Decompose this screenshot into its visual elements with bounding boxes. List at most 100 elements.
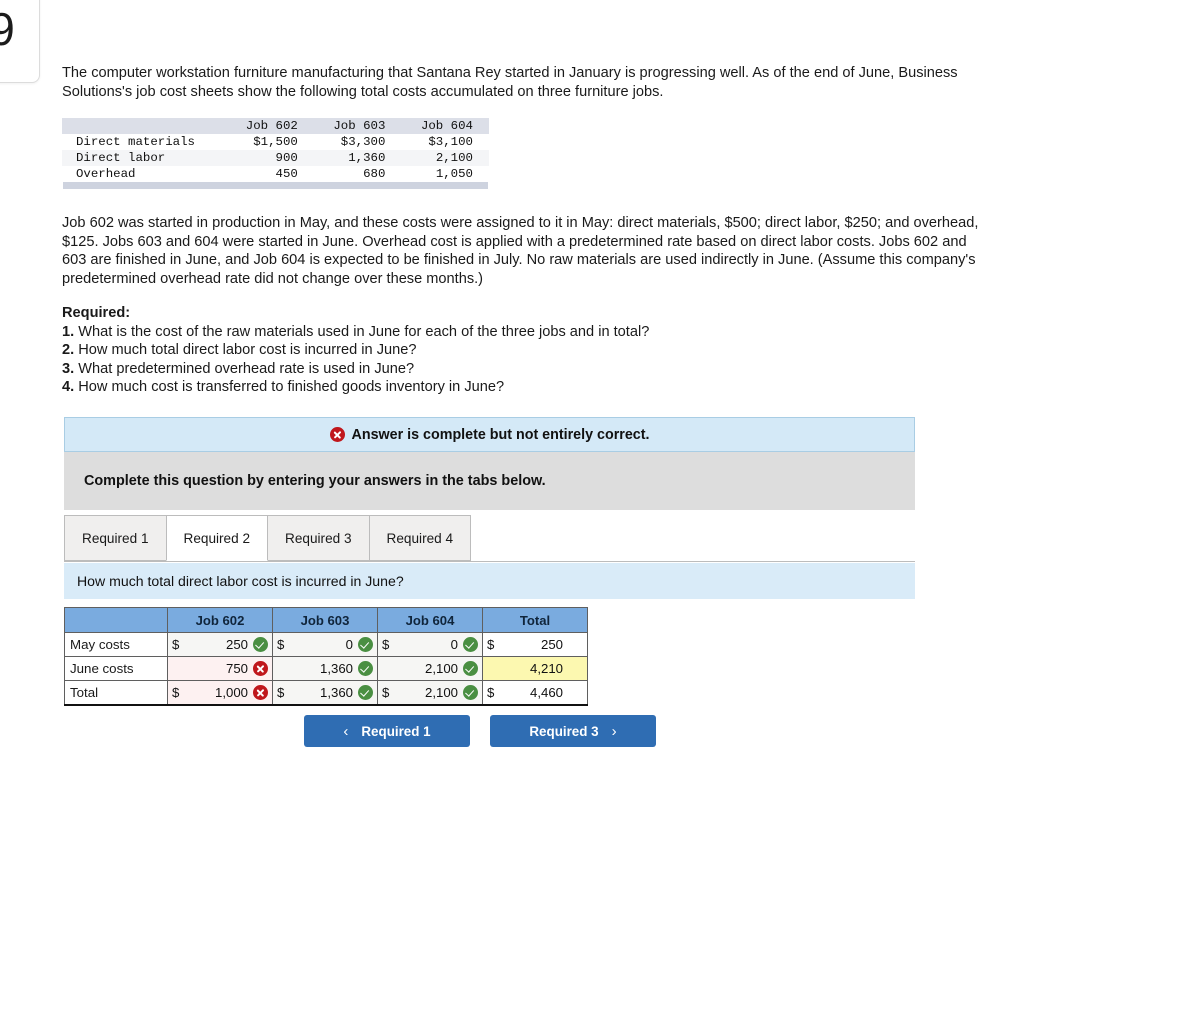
job-cost-table-body: Direct materials $1,500 $3,300 $3,100 Di… bbox=[62, 134, 489, 182]
next-required-button[interactable]: Required 3 › bbox=[490, 715, 656, 747]
cell-overhead-job-604: 1,050 bbox=[435, 167, 473, 181]
x-icon bbox=[253, 684, 268, 700]
requirement-tabs: Required 1 Required 2 Required 3 Require… bbox=[64, 515, 915, 562]
answer-table-head: Job 602 Job 603 Job 604 Total bbox=[64, 607, 588, 633]
no-mark-icon bbox=[568, 661, 583, 676]
cell-direct-materials-job-604: $3,100 bbox=[428, 135, 473, 149]
cell-direct-materials-job-603: $3,300 bbox=[340, 135, 386, 149]
answer-cell-june-job-604[interactable]: 2,100 bbox=[377, 656, 483, 681]
row-label-direct-materials: Direct materials bbox=[76, 135, 195, 149]
dollar-sign: $ bbox=[487, 684, 495, 700]
table-row: Direct labor 900 1,360 2,100 bbox=[62, 150, 489, 166]
table-row: May costs $ 250 $ 0 $ 0 $ 250 bbox=[64, 632, 588, 657]
amount-value: 250 bbox=[225, 637, 248, 652]
required-item-3-number: 3. bbox=[62, 360, 75, 377]
corner-cell bbox=[62, 118, 226, 134]
question-number: 9 bbox=[0, 3, 15, 55]
check-icon bbox=[463, 684, 478, 700]
amount-value: 4,460 bbox=[529, 684, 563, 700]
answer-cell-may-total: $ 250 bbox=[482, 632, 588, 657]
status-banner: Answer is complete but not entirely corr… bbox=[64, 417, 915, 452]
answer-cell-may-job-603[interactable]: $ 0 bbox=[272, 632, 378, 657]
cell-direct-labor-job-604: 2,100 bbox=[435, 151, 473, 165]
answer-cell-may-job-604[interactable]: $ 0 bbox=[377, 632, 483, 657]
cell-direct-materials-job-602: $1,500 bbox=[253, 135, 298, 149]
column-header-job-602: Job 602 bbox=[245, 119, 298, 133]
tab-required-4[interactable]: Required 4 bbox=[368, 515, 472, 561]
required-item-4: 4. How much cost is transferred to finis… bbox=[62, 378, 962, 397]
dollar-sign: $ bbox=[277, 684, 285, 700]
cell-direct-labor-job-603: 1,360 bbox=[348, 151, 386, 165]
table-header-row: Job 602 Job 603 Job 604 Total bbox=[64, 607, 588, 633]
dollar-sign: $ bbox=[172, 684, 180, 700]
amount-value: 4,210 bbox=[529, 661, 563, 676]
answer-row-label-total: Total bbox=[64, 680, 168, 706]
cell-overhead-job-602: 450 bbox=[275, 167, 298, 181]
answer-column-header-job-602: Job 602 bbox=[167, 607, 273, 633]
check-icon bbox=[463, 637, 478, 652]
answer-cell-june-job-603[interactable]: 1,360 bbox=[272, 656, 378, 681]
answer-cell-total-total: $ 4,460 bbox=[482, 680, 588, 706]
required-item-1-text: What is the cost of the raw materials us… bbox=[78, 323, 650, 340]
amount-value: 1,360 bbox=[319, 661, 353, 676]
answer-row-label-june-costs: June costs bbox=[64, 656, 168, 681]
check-icon bbox=[358, 684, 373, 700]
table-row: Overhead 450 680 1,050 bbox=[62, 166, 489, 182]
dollar-sign: $ bbox=[382, 637, 390, 652]
navigation-buttons: ‹ Required 1 Required 3 › bbox=[62, 715, 802, 749]
next-required-label: Required 3 bbox=[529, 723, 599, 739]
required-item-1: 1. What is the cost of the raw materials… bbox=[62, 323, 962, 342]
check-icon bbox=[463, 661, 478, 676]
cell-overhead-job-603: 680 bbox=[363, 167, 386, 181]
dollar-sign: $ bbox=[277, 637, 285, 652]
prev-required-button[interactable]: ‹ Required 1 bbox=[304, 715, 470, 747]
status-banner-text: Answer is complete but not entirely corr… bbox=[351, 426, 650, 443]
chevron-right-icon: › bbox=[611, 722, 617, 740]
check-icon bbox=[358, 637, 373, 652]
answer-column-header-job-604: Job 604 bbox=[377, 607, 483, 633]
answer-table-body: May costs $ 250 $ 0 $ 0 $ 250 June costs… bbox=[64, 632, 588, 706]
dollar-sign: $ bbox=[487, 637, 495, 652]
row-label-overhead: Overhead bbox=[76, 167, 136, 181]
table-header-row: Job 602 Job 603 Job 604 bbox=[62, 118, 489, 134]
answer-cell-may-job-602[interactable]: $ 250 bbox=[167, 632, 273, 657]
no-mark-icon bbox=[568, 685, 583, 700]
question-prompt-text: How much total direct labor cost is incu… bbox=[77, 573, 404, 589]
dollar-sign: $ bbox=[172, 637, 180, 652]
answer-column-header-total: Total bbox=[482, 607, 588, 633]
job-cost-table-footer-strip bbox=[63, 182, 488, 189]
required-item-1-number: 1. bbox=[62, 323, 75, 340]
table-row: June costs 750 1,360 2,100 4,210 bbox=[64, 656, 588, 681]
required-item-3: 3. What predetermined overhead rate is u… bbox=[62, 360, 962, 379]
answer-cell-june-job-602[interactable]: 750 bbox=[167, 656, 273, 681]
table-row: Total $ 1,000 $ 1,360 $ 2,100 $ 4,460 bbox=[64, 680, 588, 706]
required-item-2-number: 2. bbox=[62, 342, 75, 359]
instruction-bar: Complete this question by entering your … bbox=[64, 452, 915, 510]
detail-paragraph: Job 602 was started in production in May… bbox=[62, 215, 979, 287]
prev-required-label: Required 1 bbox=[361, 723, 431, 739]
amount-value: 250 bbox=[540, 637, 563, 652]
required-item-4-number: 4. bbox=[62, 379, 75, 396]
answer-cell-total-job-603: $ 1,360 bbox=[272, 680, 378, 706]
required-title: Required: bbox=[62, 305, 131, 321]
tab-required-1[interactable]: Required 1 bbox=[64, 515, 167, 561]
dollar-sign: $ bbox=[382, 684, 390, 700]
answer-table: Job 602 Job 603 Job 604 Total May costs … bbox=[64, 607, 588, 706]
amount-value: 2,100 bbox=[424, 684, 458, 700]
no-mark-icon bbox=[568, 637, 583, 652]
chevron-left-icon: ‹ bbox=[343, 722, 349, 740]
question-number-card: 9 bbox=[0, 0, 40, 83]
job-cost-table-head: Job 602 Job 603 Job 604 bbox=[62, 118, 489, 134]
amount-value: 1,360 bbox=[319, 684, 353, 700]
amount-value: 2,100 bbox=[424, 661, 458, 676]
tab-required-2[interactable]: Required 2 bbox=[165, 515, 269, 561]
cell-direct-labor-job-602: 900 bbox=[275, 151, 298, 165]
tab-required-3[interactable]: Required 3 bbox=[267, 515, 370, 561]
required-item-4-text: How much cost is transferred to finished… bbox=[78, 379, 505, 396]
x-icon bbox=[253, 661, 268, 676]
table-row: Direct materials $1,500 $3,300 $3,100 bbox=[62, 134, 489, 150]
row-label-direct-labor: Direct labor bbox=[76, 151, 166, 165]
required-item-3-text: What predetermined overhead rate is used… bbox=[78, 360, 415, 377]
answer-corner-cell bbox=[64, 607, 168, 633]
answer-cell-june-total: 4,210 bbox=[482, 656, 588, 681]
